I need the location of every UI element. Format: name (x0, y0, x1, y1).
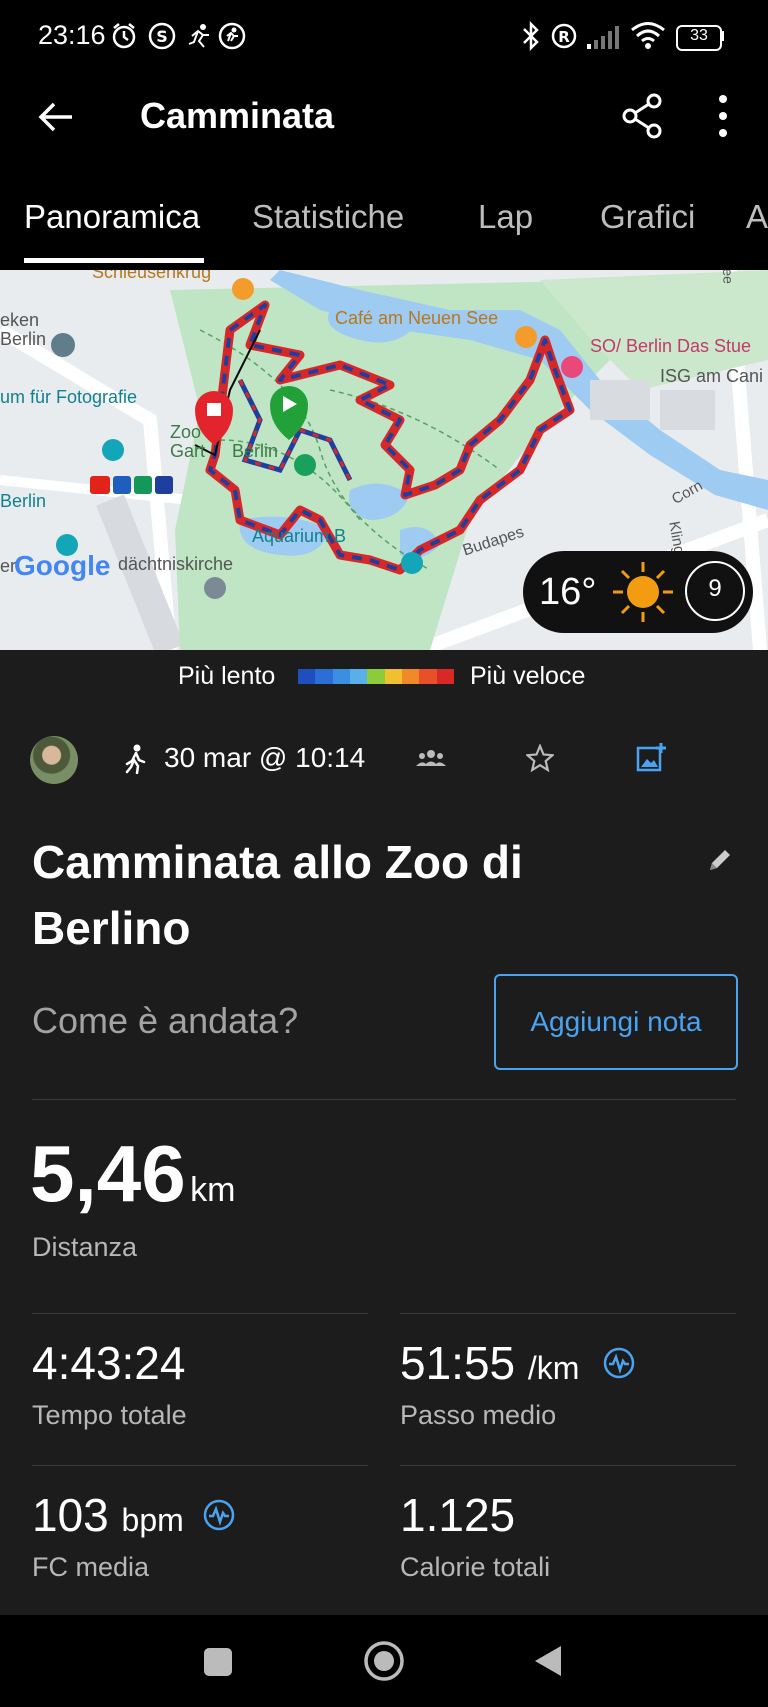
recents-button-icon[interactable] (204, 1648, 232, 1676)
pace-fast-label: Più veloce (470, 662, 586, 690)
tab-grafici[interactable]: Grafici (600, 198, 695, 236)
pulse-icon[interactable] (202, 1498, 236, 1532)
map-label-schleusenkrug: Schleusenkrug (92, 270, 212, 282)
map-label-zoo-1: Zoo (170, 422, 202, 442)
divider (32, 1313, 368, 1314)
tab-underline (24, 258, 204, 263)
distance-label: Distanza (32, 1232, 138, 1262)
distance-value: 5,46 km (30, 1128, 235, 1220)
how-did-it-go-prompt: Come è andata? (32, 1000, 299, 1041)
home-button-icon[interactable] (362, 1639, 406, 1683)
add-note-label: Aggiungi nota (530, 1006, 702, 1037)
pace-color-segment (332, 669, 350, 684)
activity-icon (218, 22, 246, 50)
group-icon[interactable] (416, 746, 446, 770)
star-icon[interactable] (526, 744, 554, 772)
total-time-label: Tempo totale (32, 1400, 187, 1430)
divider (32, 1099, 736, 1100)
tab-bar: Panoramica Statistiche Lap Grafici A (0, 180, 768, 270)
avg-hr-unit: bpm (121, 1502, 184, 1538)
avg-pace-label: Passo medio (400, 1400, 557, 1430)
tab-statistiche[interactable]: Statistiche (252, 198, 404, 236)
shazam-icon: S (148, 22, 176, 50)
map-label-isg: ISG am Cani (660, 366, 764, 386)
wifi-icon (631, 22, 665, 49)
back-button-icon[interactable] (532, 1643, 564, 1679)
page-title: Camminata (140, 95, 335, 136)
svg-text:R: R (558, 28, 570, 46)
weather-temperature: 16° (539, 571, 597, 613)
avg-pace-value: 51:55 /km (400, 1336, 579, 1390)
pace-color-segment (367, 669, 385, 684)
route-map[interactable]: Schleusenkrug Café am Neuen See SO/ Berl… (0, 270, 768, 650)
avg-hr-value: 103 bpm (32, 1488, 184, 1542)
activity-date: 30 mar @ 10:14 (164, 742, 366, 773)
pace-color-segment (298, 669, 316, 684)
signal-icon (587, 26, 619, 49)
add-note-button[interactable]: Aggiungi nota (494, 974, 738, 1070)
share-icon[interactable] (620, 93, 664, 139)
wind-speed: 9 (708, 575, 722, 602)
map-label-kirche: dächtniskirche (118, 554, 234, 574)
map-label-fotografie: um für Fotografie (0, 387, 138, 407)
pace-color-segment (401, 669, 420, 684)
calories-value: 1.125 (400, 1489, 516, 1541)
tab-a[interactable]: A (746, 198, 768, 236)
roaming-icon: R (551, 23, 577, 49)
walking-icon (125, 744, 146, 774)
activity-title-line-2: Berlino (32, 902, 191, 954)
avatar[interactable] (30, 736, 78, 784)
google-logo: Google (14, 550, 111, 581)
pace-slow-label: Più lento (178, 662, 276, 690)
sun-icon (613, 562, 673, 622)
pace-color-segment (384, 669, 402, 684)
distance-number: 5,46 (30, 1129, 186, 1218)
divider (400, 1465, 736, 1466)
svg-text:S: S (156, 27, 168, 46)
map-label-cafe: Café am Neuen See (335, 308, 499, 328)
map-label-street: ee (720, 270, 737, 285)
divider (32, 1465, 368, 1466)
activity-title-line-1: Camminata allo Zoo di (32, 836, 523, 888)
pace-legend: Più lento Più veloce (0, 650, 768, 710)
status-time: 23:16 (38, 20, 106, 50)
pace-color-segment (419, 669, 437, 684)
distance-unit: km (190, 1171, 236, 1209)
pace-color-segment (349, 669, 368, 684)
pace-color-segment (436, 669, 454, 684)
avg-pace-unit: /km (527, 1350, 580, 1386)
map-label-hotel: SO/ Berlin Das Stue (590, 336, 752, 356)
calories-label: Calorie totali (400, 1552, 551, 1582)
status-bar: 23:16 S R 33 (0, 0, 768, 75)
tab-lap[interactable]: Lap (478, 198, 533, 236)
map-label-museum-2: Berlin (0, 329, 47, 349)
map-label-aquarium: Aquarium B (252, 526, 347, 546)
divider (400, 1313, 736, 1314)
avg-pace-number: 51:55 (400, 1337, 516, 1389)
weather-badge[interactable]: 16° 9 (523, 551, 753, 633)
more-vert-icon[interactable] (715, 91, 731, 141)
avg-hr-label: FC media (32, 1552, 150, 1582)
map-label-museum-1: eken (0, 310, 40, 330)
map-label-berlin-station: Berlin (0, 491, 47, 511)
pace-color-bar (298, 669, 454, 684)
bluetooth-icon (523, 20, 539, 52)
back-arrow-icon[interactable] (36, 97, 76, 137)
total-time-value: 4:43:24 (32, 1337, 186, 1389)
avg-hr-number: 103 (32, 1489, 109, 1541)
battery-level: 33 (690, 27, 708, 44)
running-icon (188, 24, 209, 48)
map-label-zoo-3: Berlin (232, 441, 279, 461)
add-photo-icon[interactable] (636, 742, 666, 772)
system-nav-bar (0, 1615, 768, 1707)
alarm-icon (112, 23, 136, 49)
pulse-icon[interactable] (602, 1346, 636, 1380)
edit-icon[interactable] (706, 846, 734, 874)
map-label-zoo-2: Gart (170, 441, 206, 461)
pace-color-segment (315, 669, 333, 684)
tab-panoramica[interactable]: Panoramica (24, 198, 200, 236)
